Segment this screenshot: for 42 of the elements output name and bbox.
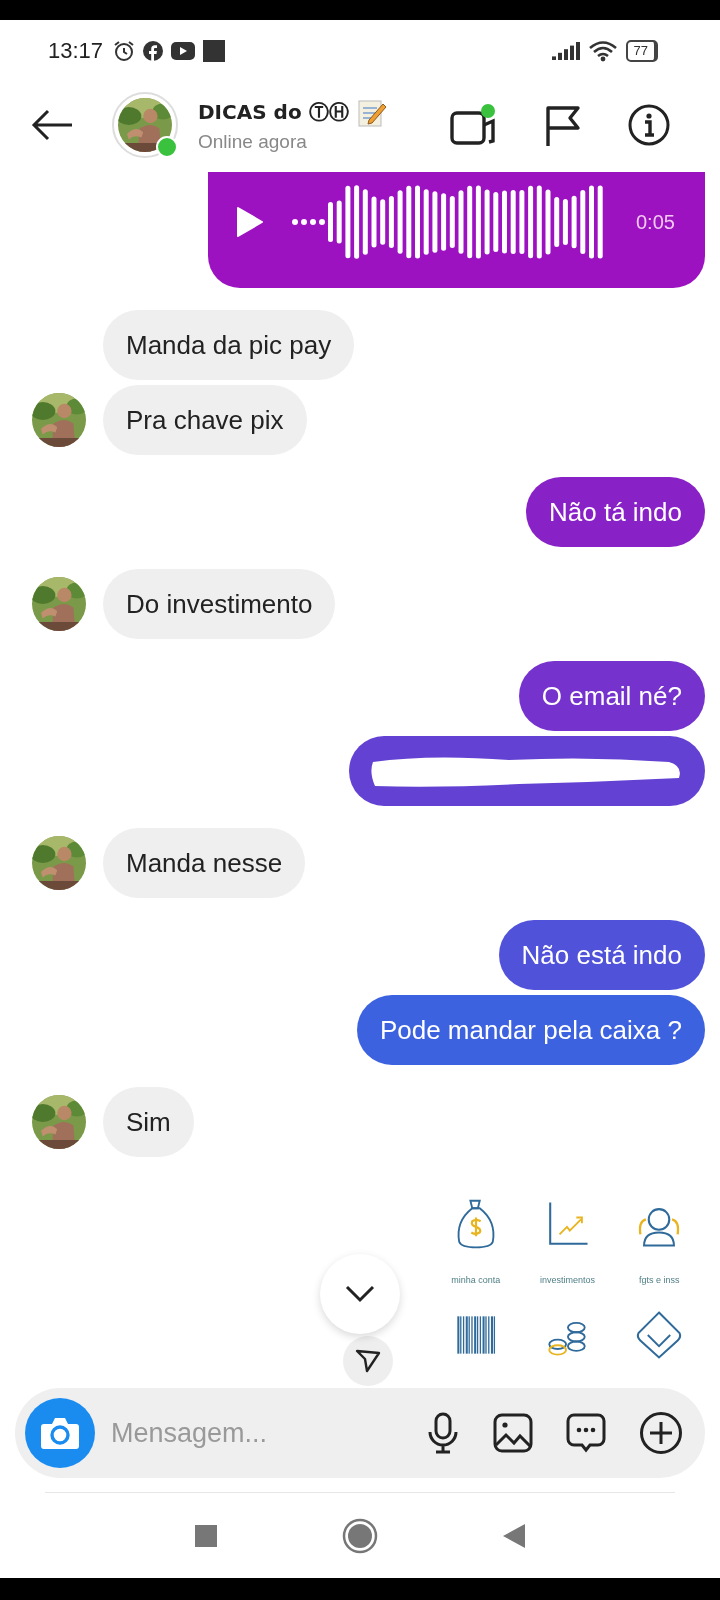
chat-bubble-icon[interactable] xyxy=(566,1413,606,1453)
send-button[interactable] xyxy=(343,1336,393,1386)
battery-indicator: 77 xyxy=(625,40,658,62)
microphone-icon[interactable] xyxy=(426,1412,460,1454)
memo-pencil-icon xyxy=(356,97,387,128)
chat-title: DICAS do ⓉⒽ xyxy=(198,99,349,126)
tile-label: investimentos xyxy=(539,1275,595,1285)
tile-label: minha conta xyxy=(451,1275,501,1285)
image-icon[interactable] xyxy=(493,1413,533,1453)
online-status: Online agora xyxy=(198,130,308,153)
back-arrow-icon[interactable] xyxy=(30,109,74,141)
message-bubble: Pra chave pix xyxy=(103,385,307,455)
video-call-icon[interactable] xyxy=(450,103,498,147)
clock-time: 13:17 xyxy=(48,38,104,64)
message-field[interactable]: Mensagem... xyxy=(109,1416,426,1450)
alarm-clock-icon xyxy=(113,40,136,62)
message-bubble: Pode mandar pela caixa ? xyxy=(356,995,705,1065)
message-bubble: Não está indo xyxy=(498,920,705,990)
audio-duration: 0:05 xyxy=(636,210,675,234)
flag-icon[interactable] xyxy=(544,104,582,146)
send-icon xyxy=(355,1349,381,1373)
message-bubble: Do investimento xyxy=(103,569,336,639)
facebook-icon xyxy=(143,41,164,61)
play-icon[interactable] xyxy=(236,206,264,238)
message-bubble: Manda da pic pay xyxy=(103,310,355,380)
home-icon[interactable] xyxy=(342,1517,378,1554)
signal-icon xyxy=(551,42,580,60)
message-bubble: Não tá indo xyxy=(526,477,705,547)
message-bubble: O email né? xyxy=(518,661,705,731)
wifi-icon xyxy=(587,40,618,62)
camera-button[interactable] xyxy=(25,1398,95,1468)
info-icon[interactable] xyxy=(628,104,670,146)
add-icon[interactable] xyxy=(639,1411,683,1455)
video-play-icon xyxy=(171,42,196,60)
message-bubble: Sim xyxy=(103,1087,194,1157)
back-icon[interactable] xyxy=(503,1523,525,1548)
notification-icon xyxy=(203,40,226,62)
camera-icon xyxy=(40,1416,80,1450)
recent-apps-icon[interactable] xyxy=(195,1524,217,1547)
tile-label: fgts e inss xyxy=(638,1275,680,1285)
chevron-down-icon xyxy=(345,1285,375,1303)
message-bubble: Manda nesse xyxy=(103,828,306,898)
